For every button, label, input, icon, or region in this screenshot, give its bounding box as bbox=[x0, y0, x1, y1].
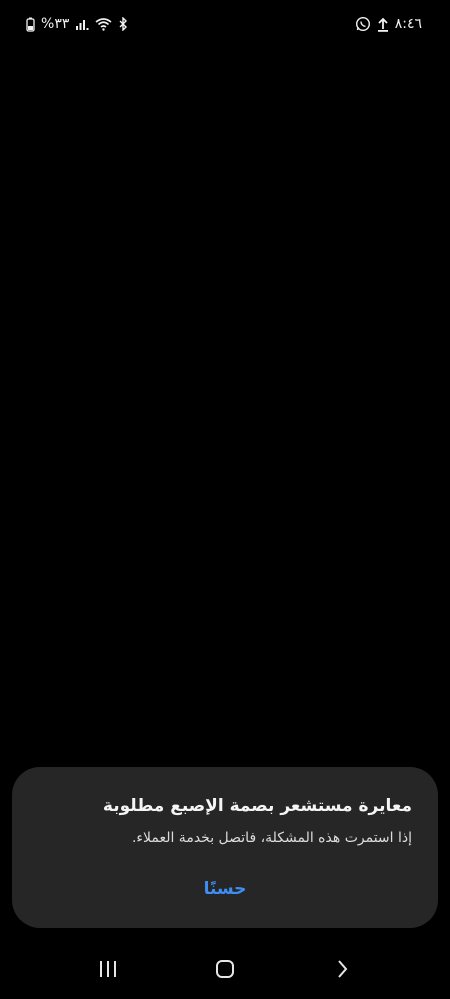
back-icon bbox=[335, 959, 349, 983]
status-right: ٨:٤٦ bbox=[355, 16, 422, 32]
status-bar: %٣٣ ٨:٤٦ bbox=[26, 12, 422, 36]
wifi-icon bbox=[95, 16, 112, 32]
status-left: %٣٣ bbox=[26, 16, 128, 32]
whatsapp-icon bbox=[355, 16, 371, 32]
upload-icon bbox=[377, 16, 389, 32]
recents-icon bbox=[98, 960, 118, 982]
signal-icon bbox=[75, 16, 89, 32]
ok-button[interactable]: حسنًا bbox=[165, 871, 285, 907]
back-button[interactable] bbox=[322, 957, 362, 985]
home-button[interactable] bbox=[205, 957, 245, 985]
dialog-title: معايرة مستشعر بصمة الإصبع مطلوبة bbox=[102, 796, 412, 816]
dialog-message: إذا استمرت هذه المشكلة، فاتصل بخدمة العم… bbox=[131, 830, 412, 846]
calibration-dialog: معايرة مستشعر بصمة الإصبع مطلوبة إذا است… bbox=[12, 767, 438, 928]
recents-button[interactable] bbox=[88, 957, 128, 985]
status-time: ٨:٤٦ bbox=[394, 16, 422, 32]
battery-percent: %٣٣ bbox=[41, 16, 70, 32]
navigation-bar bbox=[0, 957, 450, 985]
battery-icon bbox=[26, 16, 35, 32]
home-icon bbox=[215, 959, 235, 983]
bluetooth-icon bbox=[118, 16, 128, 32]
